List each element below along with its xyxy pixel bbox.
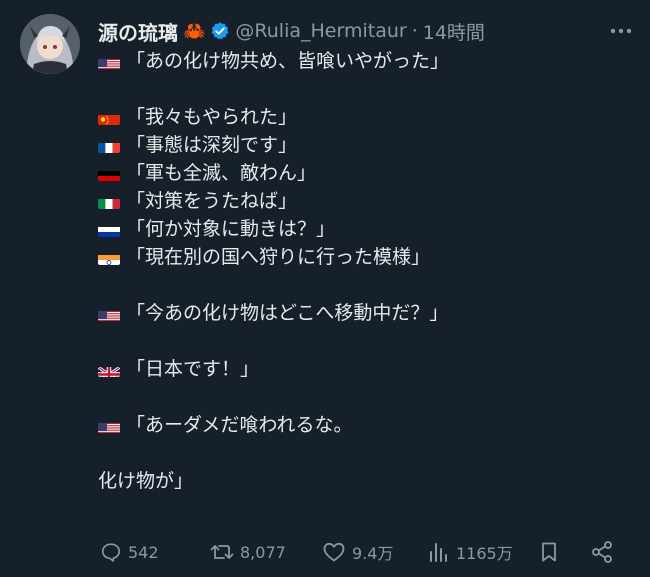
line-text: 化け物が」 [98,470,194,492]
line-text: 「あの化け物共め、皆喰いやがった」 [126,50,450,72]
text-line: 「我々もやられた」 [98,103,628,131]
text-line [98,383,628,411]
reply-count: 542 [128,542,159,562]
line-text: 「我々もやられた」 [126,106,298,128]
views-count: 1165万 [456,544,513,563]
views-chart-icon [430,543,447,562]
india-flag-icon [98,250,120,265]
china-flag-icon [98,110,120,125]
action-bar: 542 8,077 9.4万 1165万 [100,537,620,567]
line-text: 「事態は深刻です」 [126,134,298,156]
text-line: 「軍も全滅、敵わん」 [98,159,628,187]
text-line [98,75,628,103]
russia-flag-icon [98,222,120,237]
reply-button[interactable]: 542 [100,541,159,563]
italy-flag-icon [98,194,120,209]
avatar[interactable] [20,14,80,74]
text-line: 「何か対象に動きは？」 [98,215,628,243]
post-time[interactable]: 14時間 [423,18,485,45]
text-line [98,439,628,467]
text-line [98,271,628,299]
text-line: 「現在別の国へ狩りに行った模様」 [98,243,628,271]
text-line: 「事態は深刻です」 [98,131,628,159]
germany-flag-icon [98,166,120,181]
line-text: 「日本です！」 [126,358,260,380]
line-text: 「今あの化け物はどこへ移動中だ？」 [126,302,449,324]
retweet-count: 8,077 [240,542,286,562]
bookmark-icon [542,542,556,562]
france-flag-icon [98,138,120,153]
text-line: 「対策をうたねば」 [98,187,628,215]
author-name[interactable]: 源の琉璃 [98,17,178,46]
like-button[interactable]: 9.4万 [322,540,393,564]
retweet-icon [210,545,234,559]
us-flag-icon [98,418,120,433]
heart-icon [323,542,345,562]
like-count: 9.4万 [352,544,394,563]
us-flag-icon [98,306,120,321]
line-text: 「現在別の国へ狩りに行った模様」 [126,246,431,268]
share-button[interactable] [590,540,614,564]
reply-icon [101,543,121,562]
text-line: 化け物が」 [98,467,628,495]
line-text: 「軍も全滅、敵わん」 [126,162,317,184]
author-handle[interactable]: @Rulia_Hermitaur [235,20,406,42]
separator-dot: · [411,20,418,42]
share-icon [592,541,612,563]
more-options-icon[interactable] [606,16,636,46]
us-flag-icon [98,54,120,69]
tweet: 源の琉璃 🦀 @Rulia_Hermitaur · 14時間 「あの化け物共め、… [0,0,650,577]
text-line [98,327,628,355]
text-line: 「あの化け物共め、皆喰いやがった」 [98,47,628,75]
tweet-header: 源の琉璃 🦀 @Rulia_Hermitaur · 14時間 [98,16,485,46]
text-line: 「今あの化け物はどこへ移動中だ？」 [98,299,628,327]
text-line: 「あーダメだ喰われるな。 [98,411,628,439]
tweet-text: 「あの化け物共め、皆喰いやがった」 「我々もやられた」 「事態は深刻です」 「軍も全滅… [98,47,628,495]
line-text: 「あーダメだ喰われるな。 [126,414,353,436]
verified-badge-icon [210,21,230,41]
line-text: 「何か対象に動きは？」 [126,218,336,240]
line-text: 「対策をうたねば」 [126,190,298,212]
uk-flag-icon [98,362,120,377]
text-line: 「日本です！」 [98,355,628,383]
retweet-button[interactable]: 8,077 [210,541,286,563]
views-button[interactable]: 1165万 [428,540,513,564]
bookmark-button[interactable] [538,541,560,563]
crab-emoji: 🦀 [183,20,206,42]
